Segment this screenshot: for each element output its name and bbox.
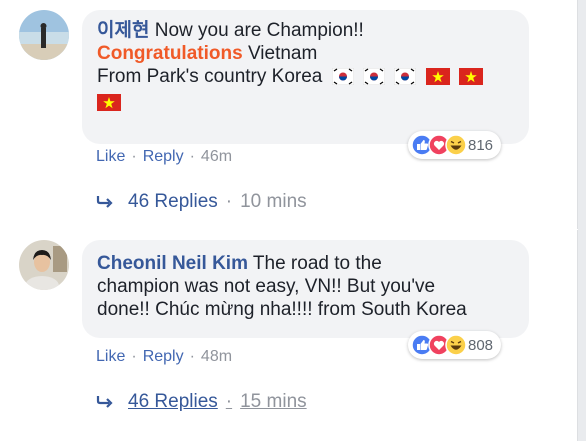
reaction-count: 816 <box>468 136 494 154</box>
reactions-summary[interactable]: 816 <box>408 131 502 159</box>
korea-flag-icon <box>362 67 386 91</box>
comment-bubble: 이제현 Now you are Champion!! Congratulatio… <box>82 10 529 144</box>
like-link[interactable]: Like <box>96 348 125 366</box>
view-replies[interactable]: 46 Replies · 10 mins <box>96 191 307 213</box>
replies-timestamp: 10 mins <box>240 191 307 212</box>
like-link[interactable]: Like <box>96 148 125 166</box>
replies-count-link[interactable]: 46 Replies <box>128 391 218 413</box>
window-edge <box>577 0 586 441</box>
comment-bubble: Cheonil Neil Kim The road to the champio… <box>82 240 529 338</box>
avatar[interactable] <box>19 10 69 60</box>
comment-text: Now you are Champion!! <box>154 20 364 41</box>
reply-arrow-icon <box>96 396 113 408</box>
divider <box>0 229 578 230</box>
reaction-count: 808 <box>468 336 494 354</box>
comment-actions: Like · Reply · 46m <box>96 148 232 166</box>
reply-link[interactable]: Reply <box>143 148 184 166</box>
comment-author[interactable]: 이제현 <box>97 20 149 41</box>
comment-text: champion was not easy, VN!! But you've <box>97 276 436 297</box>
congratulations-highlight: Congratulations <box>97 43 243 64</box>
separator: · <box>189 148 195 165</box>
replies-timestamp: 15 mins <box>240 391 307 412</box>
comment-timestamp[interactable]: 48m <box>201 348 232 366</box>
vietnam-flag-icon <box>97 94 121 117</box>
view-replies[interactable]: 46 Replies · 15 mins <box>96 391 307 413</box>
reactions-summary[interactable]: 808 <box>408 331 502 359</box>
comment-author[interactable]: Cheonil Neil Kim <box>97 253 248 274</box>
comment-timestamp[interactable]: 46m <box>201 148 232 166</box>
comment-text: The road to the <box>247 253 382 274</box>
separator: · <box>131 148 137 165</box>
vietnam-flag-icon <box>425 68 450 91</box>
replies-count-link[interactable]: 46 Replies <box>128 191 218 213</box>
reply-link[interactable]: Reply <box>143 348 184 366</box>
separator: · <box>189 348 195 365</box>
comment-actions: Like · Reply · 48m <box>96 348 232 366</box>
reply-arrow-icon <box>96 196 113 208</box>
separator: · <box>225 391 233 412</box>
korea-flag-icon <box>393 67 417 91</box>
vietnam-flag-icon <box>458 68 483 91</box>
comment-text: From Park's country Korea <box>97 66 323 87</box>
avatar[interactable] <box>19 240 69 290</box>
haha-reaction-icon <box>445 334 467 356</box>
haha-reaction-icon <box>445 134 467 156</box>
separator: · <box>131 348 137 365</box>
comment-text: Vietnam <box>242 43 318 64</box>
comment-text: done!! Chúc mừng nha!!!! from South Kore… <box>97 299 467 320</box>
korea-flag-icon <box>331 67 355 91</box>
separator: · <box>225 191 233 212</box>
